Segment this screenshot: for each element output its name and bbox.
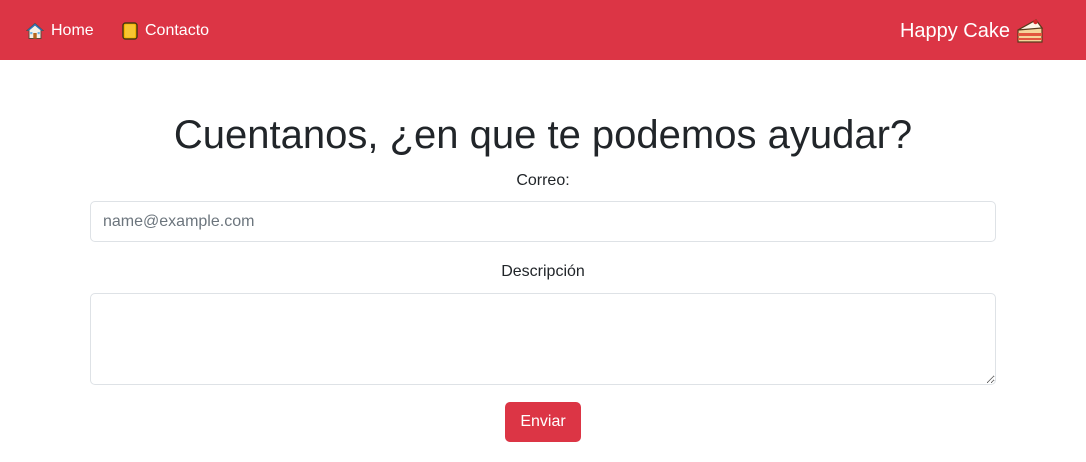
cake-icon <box>1016 18 1044 44</box>
brand-label: Happy Cake <box>899 19 1010 42</box>
nav-link-home[interactable]: Home <box>26 20 94 42</box>
description-label: Descripción <box>501 263 585 280</box>
page-title: Cuentanos, ¿en que te podemos ayudar? <box>173 113 913 157</box>
brand[interactable]: Happy Cake <box>900 15 1044 47</box>
book-icon <box>122 22 138 40</box>
nav-link-home-label: Home <box>51 22 94 39</box>
nav-link-contacto-label: Contacto <box>145 22 210 39</box>
submit-button[interactable]: Enviar <box>505 402 581 442</box>
description-textarea[interactable] <box>90 293 996 385</box>
email-field[interactable] <box>90 201 996 242</box>
navbar: Home Contacto Happy Cake <box>0 0 1086 60</box>
house-icon <box>26 22 44 40</box>
nav-link-contacto[interactable]: Contacto <box>122 20 209 42</box>
email-label: Correo: <box>516 172 570 189</box>
